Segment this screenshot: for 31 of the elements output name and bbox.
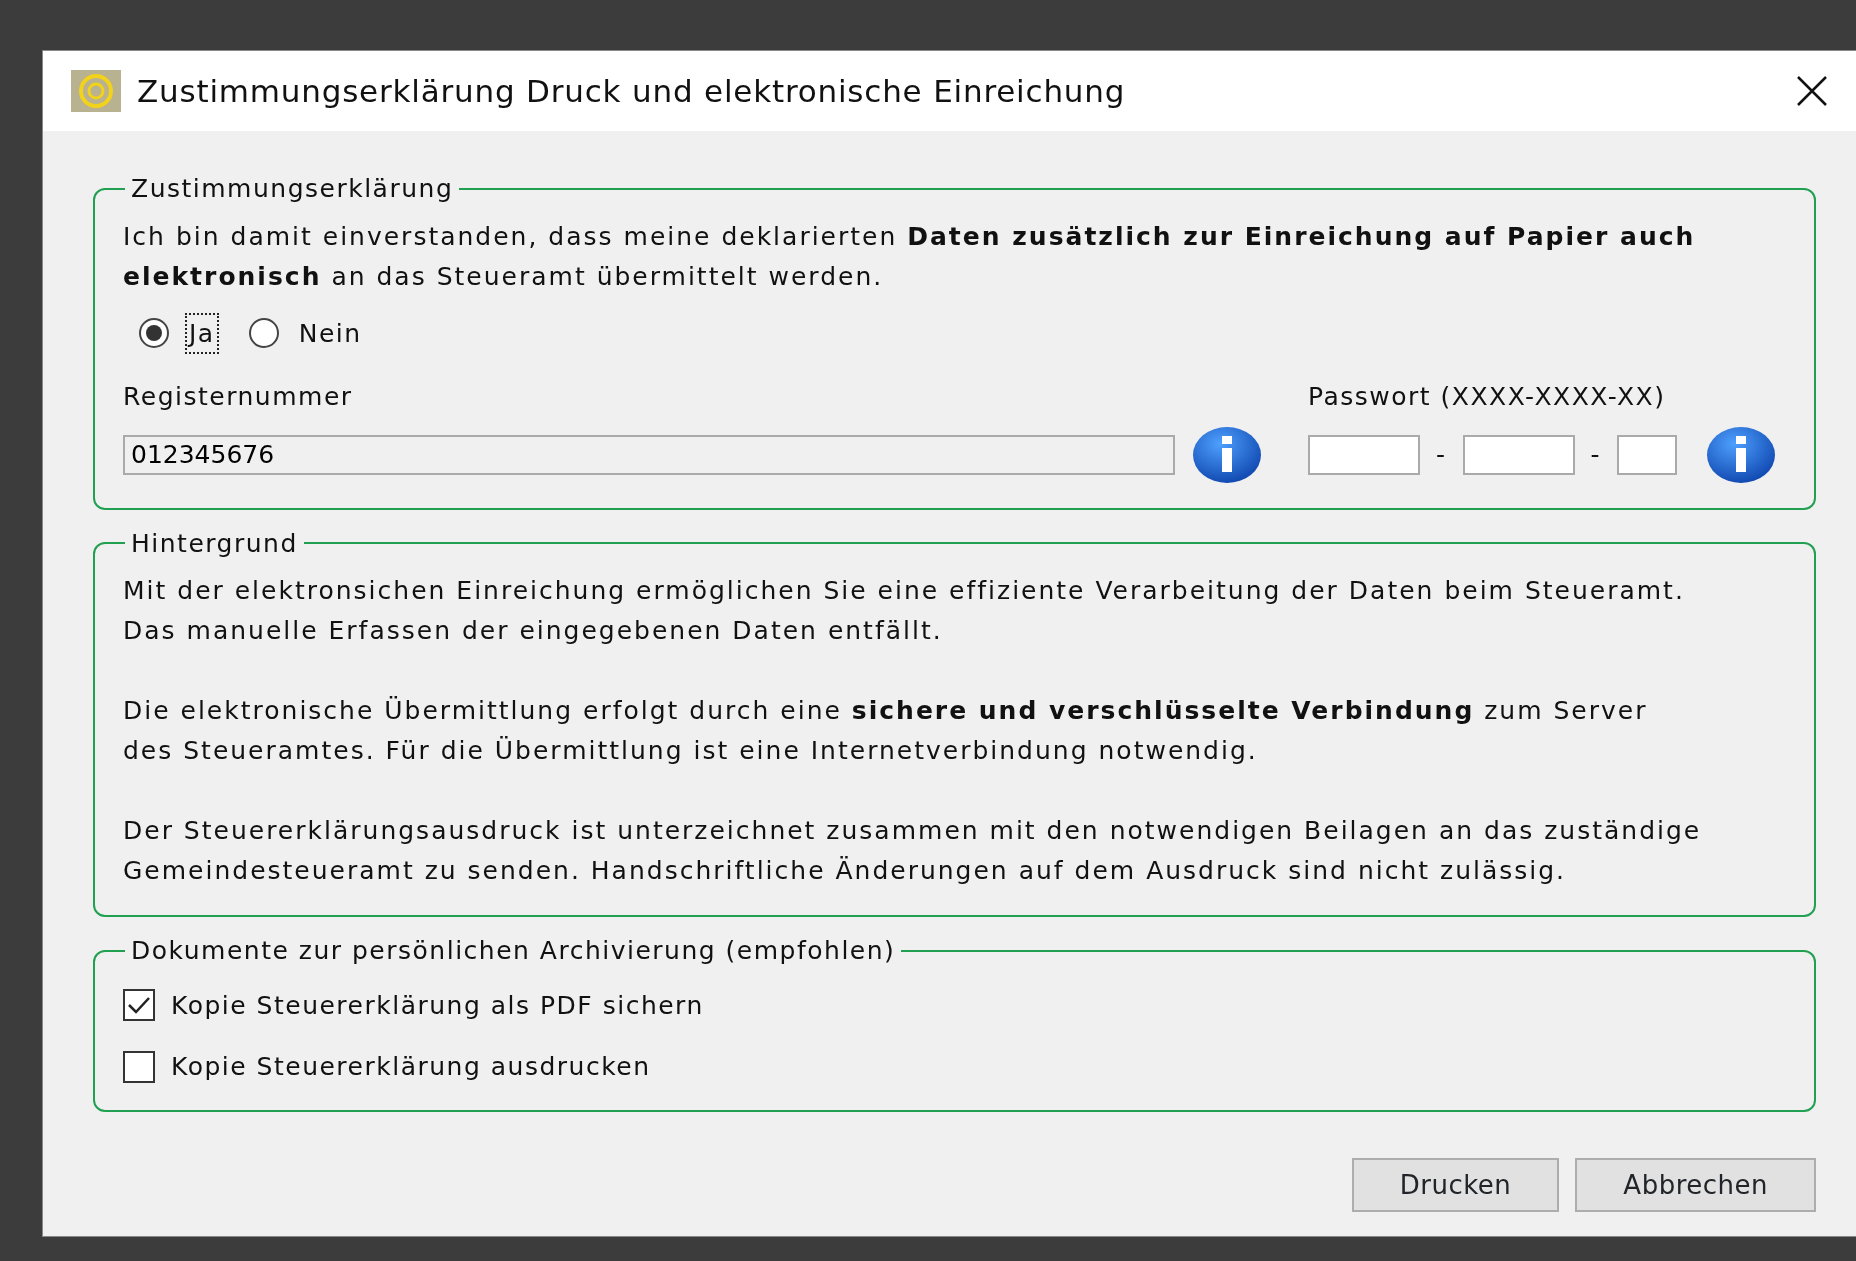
group-title: Hintergrund <box>130 529 299 557</box>
checkbox-label: Kopie Steuererklärung als PDF sichern <box>171 989 704 1022</box>
radio-label[interactable]: Nein <box>294 312 366 354</box>
dialog-button[interactable]: Abbrechen <box>1575 1158 1816 1212</box>
input-field[interactable] <box>1617 434 1678 475</box>
window-title: Zustimmungserklärung Druck und elektronische Einreichung <box>137 71 1127 111</box>
field-label: Passwort (XXXX-XXXX-XX) <box>1308 381 1667 413</box>
input-field[interactable] <box>1462 434 1575 475</box>
input-field[interactable]: 012345676 <box>123 434 1175 475</box>
separator-text: - <box>1436 438 1447 471</box>
info-icon[interactable] <box>1705 425 1778 484</box>
consent-text: Ich bin damit einverstanden, dass meine deklarierten Daten zusätzlich zur Einreichung auf Papier auch elektronisch an das Steueramt übermittelt werden. <box>123 220 1697 293</box>
app-icon <box>71 70 121 112</box>
checkbox-label: Kopie Steuererklärung ausdrucken <box>171 1051 651 1083</box>
radio-button[interactable] <box>139 318 169 349</box>
info-icon[interactable] <box>1191 425 1263 484</box>
paragraph-text: Die elektronische Übermittlung erfolgt durch eine sichere und verschlüsselte Verbindung zum Server des Steueramtes. Für die Übermittlung ist eine Internetverbindung notwendig. <box>123 695 1649 767</box>
close-icon[interactable] <box>1796 75 1828 107</box>
field-label: Registernummer <box>123 381 354 413</box>
radio-button[interactable] <box>248 318 279 349</box>
dialog-button[interactable]: Drucken <box>1351 1158 1560 1212</box>
group-title: Dokumente zur persönlichen Archivierung (empfohlen) <box>130 937 897 965</box>
checkbox[interactable] <box>123 989 155 1022</box>
paragraph-text: Der Steuererklärungsausdruck ist unterzeichnet zusammen mit den notwendigen Beilagen an das zuständige Gemeindesteueramt zu senden. Handschriftliche Änderungen auf dem Ausdruck sind nicht zulässig. <box>123 815 1703 887</box>
group-title: Zustimmungserklärung <box>130 175 455 203</box>
separator-text: - <box>1590 438 1602 471</box>
checkbox[interactable] <box>123 1050 155 1083</box>
check-icon <box>127 995 151 1016</box>
input-field[interactable] <box>1308 434 1420 475</box>
paragraph-text: Mit der elektronsichen Einreichung ermöglichen Sie eine effiziente Verarbeitung der Daten beim Steueramt. Das manuelle Erfassen der eingegebenen Daten entfällt. <box>123 575 1686 647</box>
radio-label[interactable]: Ja <box>185 312 219 354</box>
